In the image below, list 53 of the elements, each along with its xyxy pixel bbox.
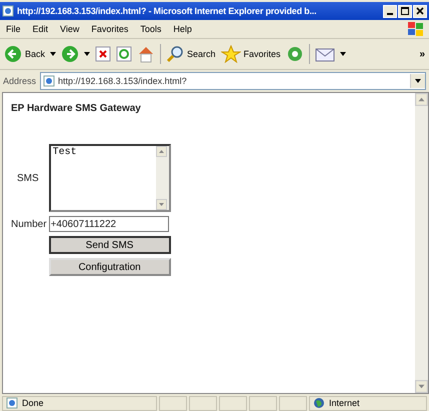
page-icon	[6, 397, 18, 409]
status-pane	[189, 396, 217, 410]
windows-flag-icon	[407, 21, 425, 37]
configuration-button[interactable]: Configutration	[48, 258, 171, 276]
scrollbar[interactable]	[156, 146, 169, 210]
scroll-up-icon[interactable]	[156, 146, 167, 157]
close-button[interactable]	[413, 4, 427, 18]
menu-item[interactable]: Favorites	[91, 24, 128, 34]
menu-item[interactable]: Edit	[32, 24, 48, 34]
menu-item[interactable]: File	[6, 24, 21, 34]
zone-text: Internet	[329, 398, 360, 408]
scroll-down-icon[interactable]	[156, 199, 167, 210]
dropdown-icon[interactable]	[340, 52, 346, 56]
more-tools-button[interactable]: »	[419, 48, 425, 60]
status-text: Done	[22, 398, 44, 408]
search-button[interactable]: Search	[166, 45, 216, 63]
close-icon	[416, 7, 424, 15]
message-field[interactable]: Test	[48, 144, 171, 212]
address-field[interactable]: http://192.168.3.153/index.html?	[40, 72, 426, 90]
number-label: Number	[11, 218, 47, 230]
page-icon	[2, 5, 14, 17]
maximize-icon	[401, 7, 409, 15]
maximize-button[interactable]	[398, 4, 412, 18]
status-pane	[159, 396, 187, 410]
back-button[interactable]: Back	[4, 45, 46, 63]
status-pane	[249, 396, 277, 410]
page-heading: EP Hardware SMS Gateway	[11, 103, 142, 114]
favorites-button[interactable]: Favorites	[220, 45, 281, 63]
star-icon	[220, 45, 241, 63]
menu-item[interactable]: View	[60, 24, 80, 34]
menu-item[interactable]: Tools	[140, 24, 162, 34]
sms-label: SMS	[16, 172, 40, 184]
status-pane	[219, 396, 247, 410]
window-title: http://192.168.3.153/index.html? - Microsoft Internet Explorer provided b...	[17, 6, 318, 16]
scrollbar[interactable]	[415, 93, 428, 393]
search-icon	[166, 45, 184, 63]
dropdown-icon[interactable]	[84, 52, 90, 56]
stop-icon[interactable]	[95, 46, 112, 62]
mail-icon[interactable]	[314, 46, 335, 62]
scroll-down-icon[interactable]	[415, 380, 428, 393]
home-icon[interactable]	[137, 45, 156, 63]
menu-item[interactable]: Help	[173, 24, 192, 34]
dropdown-icon[interactable]	[50, 52, 56, 56]
scroll-up-icon[interactable]	[415, 93, 428, 106]
number-field[interactable]: +40607111222	[48, 216, 169, 232]
address-label: Address	[3, 76, 36, 86]
forward-icon[interactable]	[61, 45, 80, 63]
minimize-button[interactable]	[383, 4, 397, 18]
dropdown-icon[interactable]	[410, 74, 425, 88]
globe-icon	[313, 397, 325, 409]
send-button[interactable]: Send SMS	[48, 236, 171, 254]
status-pane	[279, 396, 307, 410]
page-icon	[43, 75, 56, 87]
